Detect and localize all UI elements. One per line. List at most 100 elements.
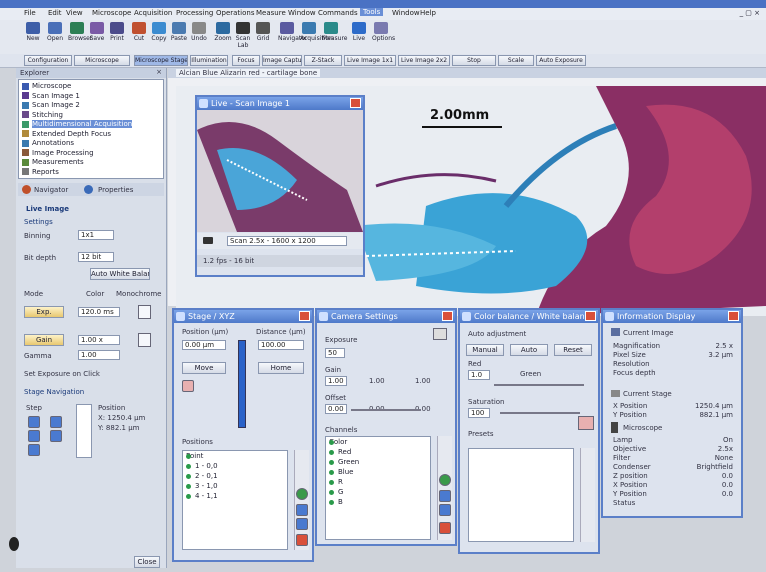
- menu-measure[interactable]: Measure: [256, 9, 286, 17]
- add-point-button[interactable]: [296, 488, 308, 500]
- channel-down-button[interactable]: [439, 504, 451, 516]
- menu-microscope[interactable]: Microscope: [92, 9, 131, 17]
- wb-red-field[interactable]: 1.0: [468, 370, 490, 380]
- document-tab[interactable]: Alcian Blue Alizarin red - cartilage bon…: [176, 69, 321, 77]
- gain-spin[interactable]: [138, 333, 151, 347]
- exposure-button[interactable]: Exp.: [24, 306, 64, 318]
- navigator-tab-icon[interactable]: [22, 185, 31, 194]
- properties-tab-icon[interactable]: [84, 185, 93, 194]
- auto-white-balance-button[interactable]: Auto White Balance: [90, 268, 150, 280]
- positions-list[interactable]: Point 1 - 0,0 2 - 0,1 3 - 1,0 4 - 1,1: [182, 450, 288, 550]
- live-window-close[interactable]: [350, 98, 361, 108]
- toolbar2-microscope-stage-button[interactable]: Microscope Stage: [134, 55, 188, 66]
- list-item[interactable]: Green: [326, 457, 430, 467]
- menu-commands[interactable]: Commands: [318, 9, 358, 17]
- left-panel-close[interactable]: ×: [156, 68, 162, 76]
- delete-point-button[interactable]: [296, 534, 308, 546]
- toolbar2-configuration-button[interactable]: Configuration: [24, 55, 72, 66]
- add-channel-button[interactable]: [439, 474, 451, 486]
- exposure-settings-icon[interactable]: [433, 328, 447, 340]
- menu-tools[interactable]: Tools: [360, 8, 384, 16]
- toolbar2-scale-button[interactable]: Scale: [498, 55, 534, 66]
- nav-up-button[interactable]: [28, 416, 40, 428]
- mode-color-radio[interactable]: Color: [86, 290, 104, 298]
- stage-position-field[interactable]: 0.00 µm: [182, 340, 226, 350]
- set-exposure-checkbox[interactable]: Set Exposure on Click: [24, 370, 100, 378]
- nav-left-button[interactable]: [28, 444, 40, 456]
- camera-window-titlebar[interactable]: Camera Settings: [317, 310, 455, 323]
- exposure-value-field[interactable]: 50: [325, 348, 345, 358]
- tree-item[interactable]: Extended Depth Focus: [22, 130, 111, 138]
- stage-z-slider[interactable]: [238, 340, 246, 428]
- list-item[interactable]: 3 - 1,0: [183, 481, 287, 491]
- toolbar-zoom-button[interactable]: Zoom: [214, 22, 232, 42]
- list-item[interactable]: B: [326, 497, 430, 507]
- toolbar-undo-button[interactable]: Undo: [190, 22, 208, 42]
- live-resolution-dropdown[interactable]: Scan 2.5x - 1600 x 1200: [227, 236, 347, 246]
- toolbar-scan-lab-button[interactable]: Scan Lab: [234, 22, 252, 49]
- toolbar2-stop-button[interactable]: Stop: [452, 55, 496, 66]
- list-item[interactable]: G: [326, 487, 430, 497]
- camera-window-close[interactable]: [442, 311, 453, 321]
- window-controls[interactable]: _ ▢ ×: [740, 9, 760, 17]
- toolbar-print-button[interactable]: Print: [108, 22, 126, 42]
- menu-window-2[interactable]: Window: [392, 9, 420, 17]
- list-item[interactable]: Red: [326, 447, 430, 457]
- stage-home-button[interactable]: Home: [258, 362, 304, 374]
- tree-item[interactable]: Scan Image 1: [22, 92, 80, 100]
- stage-move-button[interactable]: Move: [182, 362, 226, 374]
- nav-right-button[interactable]: [50, 416, 62, 428]
- stage-distance-field[interactable]: 100.00: [258, 340, 304, 350]
- toolbar-save-button[interactable]: Save: [88, 22, 106, 42]
- nav-down-button[interactable]: [28, 430, 40, 442]
- toolbar-navigator-button[interactable]: Navigator: [278, 22, 307, 42]
- toolbar2-z-stack-button[interactable]: Z-Stack: [304, 55, 342, 66]
- wb-manual-button[interactable]: Manual: [466, 344, 504, 356]
- delete-channel-button[interactable]: [439, 522, 451, 534]
- menu-window[interactable]: Window: [288, 9, 316, 17]
- toolbar2-microscope-button[interactable]: Microscope: [74, 55, 130, 66]
- toolbar2-live-image-2x2-button[interactable]: Live Image 2x2: [398, 55, 450, 66]
- gain-button[interactable]: Gain: [24, 334, 64, 346]
- toolbar-open-button[interactable]: Open: [46, 22, 64, 42]
- stage-window-close[interactable]: [299, 311, 310, 321]
- live-window-titlebar[interactable]: Live - Scan Image 1: [197, 97, 363, 110]
- tab-navigator[interactable]: Navigator: [34, 186, 68, 194]
- menu-edit[interactable]: Edit: [48, 9, 62, 17]
- toolbar-browser-button[interactable]: Browser: [68, 22, 92, 42]
- offset-value-field[interactable]: 0.00: [325, 404, 347, 414]
- mode-mono-radio[interactable]: Monochrome: [116, 290, 161, 298]
- gain-field[interactable]: 1.00 x: [78, 335, 120, 345]
- tree-item[interactable]: Reports: [22, 168, 59, 176]
- tree-item[interactable]: Microscope: [22, 82, 71, 90]
- nav-focus-button[interactable]: [50, 430, 62, 442]
- toolbar-copy-button[interactable]: Copy: [150, 22, 168, 42]
- channels-list[interactable]: Color Red Green Blue R G B: [325, 436, 431, 540]
- stage-window-titlebar[interactable]: Stage / XYZ: [174, 310, 312, 323]
- camera-icon[interactable]: [203, 237, 213, 244]
- toolbar-cut-button[interactable]: Cut: [130, 22, 148, 42]
- toolbar-measure-button[interactable]: Measure: [322, 22, 348, 42]
- tree-item[interactable]: Stitching: [22, 111, 63, 119]
- close-button[interactable]: Close: [134, 556, 160, 568]
- wb-red-slider[interactable]: [494, 384, 584, 386]
- menu-view[interactable]: View: [66, 9, 83, 17]
- tab-properties[interactable]: Properties: [98, 186, 133, 194]
- list-item[interactable]: 1 - 0,0: [183, 461, 287, 471]
- exposure-spin[interactable]: [138, 305, 151, 319]
- stage-red-button[interactable]: [182, 380, 194, 392]
- list-item[interactable]: 2 - 0,1: [183, 471, 287, 481]
- list-item[interactable]: 4 - 1,1: [183, 491, 287, 501]
- info-window-titlebar[interactable]: Information Display: [603, 310, 741, 323]
- exposure-field[interactable]: 120.0 ms: [78, 307, 120, 317]
- gamma-field[interactable]: 1.00: [78, 350, 120, 360]
- wb-saturation-slider[interactable]: [500, 412, 580, 414]
- wb-saturation-field[interactable]: 100: [468, 408, 490, 418]
- menu-help[interactable]: Help: [420, 9, 436, 17]
- list-item[interactable]: R: [326, 477, 430, 487]
- toolbar2-illumination-button[interactable]: Illumination: [190, 55, 228, 66]
- wb-presets-scroll[interactable]: [580, 448, 595, 542]
- gain-value-field[interactable]: 1.00: [325, 376, 347, 386]
- toolbar2-focus-button[interactable]: Focus: [232, 55, 260, 66]
- wb-window-titlebar[interactable]: Color balance / White balance: [460, 310, 598, 323]
